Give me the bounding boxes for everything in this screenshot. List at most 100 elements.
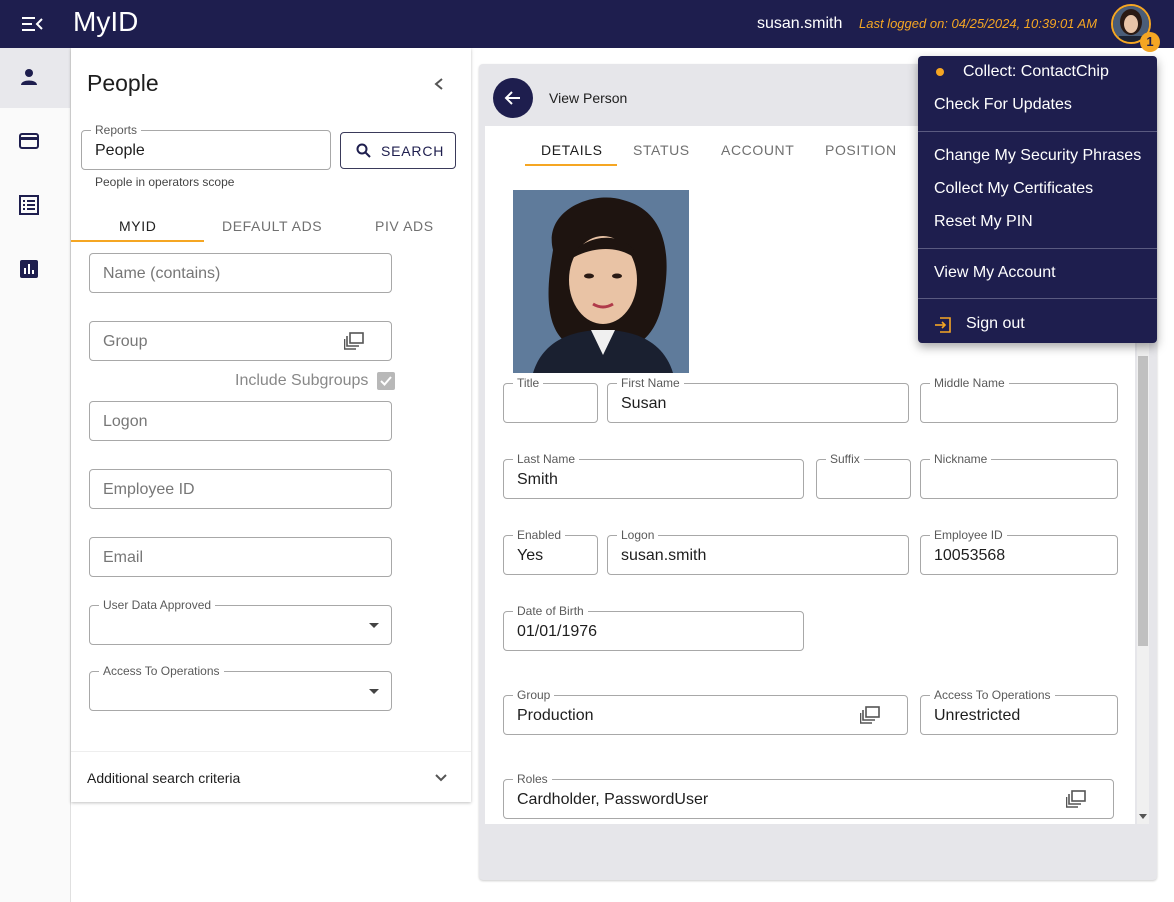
card-icon xyxy=(19,133,39,149)
rail-item-people[interactable] xyxy=(0,48,70,108)
first-name-field[interactable]: First Name Susan xyxy=(607,376,909,423)
rail-item-reports[interactable] xyxy=(0,240,70,300)
rail-item-cards[interactable] xyxy=(0,112,70,172)
sign-out-icon xyxy=(935,317,951,333)
employee-id-label: Employee ID xyxy=(930,528,1007,542)
logon-label: Logon xyxy=(617,528,659,542)
name-placeholder: Name (contains) xyxy=(103,265,221,282)
user-menu: Collect: ContactChip Check For Updates C… xyxy=(918,56,1157,343)
access-operations-value: Unrestricted xyxy=(934,707,1021,724)
employee-id-field[interactable]: Employee ID 10053568 xyxy=(920,528,1118,575)
title-field[interactable]: Title xyxy=(503,376,598,423)
logon-input[interactable]: Logon xyxy=(89,401,392,441)
tab-details[interactable]: DETAILS xyxy=(541,142,603,158)
access-operations-select[interactable]: Access To Operations xyxy=(89,664,392,711)
nickname-field[interactable]: Nickname xyxy=(920,452,1118,499)
last-name-field[interactable]: Last Name Smith xyxy=(503,452,804,499)
search-button[interactable]: SEARCH xyxy=(340,132,456,169)
dropdown-arrow-icon xyxy=(369,623,379,628)
menu-item-change-phrases[interactable]: Change My Security Phrases xyxy=(934,147,1141,165)
chart-icon xyxy=(20,260,38,278)
panel-title: People xyxy=(87,70,159,96)
chevron-down-icon xyxy=(435,774,447,782)
app-title: MyID xyxy=(73,6,139,37)
additional-criteria-expander[interactable]: Additional search criteria xyxy=(71,751,471,802)
logon-field[interactable]: Logon susan.smith xyxy=(607,528,909,575)
employee-id-value: 10053568 xyxy=(934,547,1006,564)
chevron-left-icon[interactable] xyxy=(429,74,449,94)
menu-item-sign-out[interactable]: Sign out xyxy=(966,315,1025,333)
rail-item-list[interactable] xyxy=(0,176,70,236)
employee-id-placeholder: Employee ID xyxy=(103,481,195,498)
last-name-label: Last Name xyxy=(513,452,580,466)
menu-item-check-updates[interactable]: Check For Updates xyxy=(934,96,1072,114)
navigation-rail xyxy=(0,48,71,902)
user-data-approved-select[interactable]: User Data Approved xyxy=(89,598,392,645)
name-input[interactable]: Name (contains) xyxy=(89,253,392,293)
additional-criteria-label: Additional search criteria xyxy=(87,770,241,786)
email-placeholder: Email xyxy=(103,549,144,566)
roles-field[interactable]: Roles Cardholder, PasswordUser xyxy=(503,772,1114,819)
dropdown-arrow-icon xyxy=(369,689,379,694)
person-icon xyxy=(21,69,37,85)
back-button[interactable] xyxy=(493,78,533,118)
scrollbar-thumb[interactable] xyxy=(1138,356,1148,646)
group-picker-icon[interactable] xyxy=(860,706,880,724)
menu-divider xyxy=(918,298,1157,299)
person-photo xyxy=(513,190,689,373)
reports-value: People xyxy=(95,142,145,159)
first-name-label: First Name xyxy=(617,376,684,390)
middle-name-label: Middle Name xyxy=(930,376,1009,390)
group-input[interactable]: Group xyxy=(89,321,392,361)
date-of-birth-value: 01/01/1976 xyxy=(517,623,598,640)
suffix-field[interactable]: Suffix xyxy=(816,452,911,499)
roles-value: Cardholder, PasswordUser xyxy=(517,791,709,808)
date-of-birth-label: Date of Birth xyxy=(513,604,588,618)
group-picker-icon[interactable] xyxy=(344,332,364,350)
roles-label: Roles xyxy=(513,772,552,786)
notification-badge: 1 xyxy=(1140,32,1160,52)
enabled-field[interactable]: Enabled Yes xyxy=(503,528,598,575)
menu-item-collect-certificates[interactable]: Collect My Certificates xyxy=(934,180,1093,198)
status-dot-icon xyxy=(936,68,944,76)
tab-position[interactable]: POSITION xyxy=(825,142,897,158)
group-label: Group xyxy=(513,688,555,702)
group-value: Production xyxy=(517,707,594,724)
menu-item-reset-pin[interactable]: Reset My PIN xyxy=(934,213,1033,231)
nickname-label: Nickname xyxy=(930,452,992,466)
people-search-panel: People Reports People SEARCH People in o… xyxy=(71,48,471,802)
middle-name-field[interactable]: Middle Name xyxy=(920,376,1118,423)
top-app-bar: MyID susan.smith Last logged on: 04/25/2… xyxy=(0,0,1174,52)
username: susan.smith xyxy=(757,15,843,32)
menu-item-collect[interactable]: Collect: ContactChip xyxy=(963,63,1109,81)
menu-item-view-account[interactable]: View My Account xyxy=(934,264,1056,282)
menu-collapse-icon[interactable] xyxy=(22,14,44,34)
email-input[interactable]: Email xyxy=(89,537,392,577)
tab-piv-ads[interactable]: PIV ADS xyxy=(375,218,434,234)
include-subgroups-checkbox[interactable] xyxy=(377,372,395,390)
tab-default-ads[interactable]: DEFAULT ADS xyxy=(222,218,322,234)
enabled-value: Yes xyxy=(517,547,544,564)
date-of-birth-field[interactable]: Date of Birth 01/01/1976 xyxy=(503,604,804,651)
logon-value: susan.smith xyxy=(621,547,707,564)
first-name-value: Susan xyxy=(621,395,667,412)
employee-id-input[interactable]: Employee ID xyxy=(89,469,392,509)
search-button-label: SEARCH xyxy=(381,143,445,159)
enabled-label: Enabled xyxy=(513,528,566,542)
tab-status[interactable]: STATUS xyxy=(633,142,690,158)
tab-account[interactable]: ACCOUNT xyxy=(721,142,794,158)
person-portrait-icon xyxy=(513,190,689,373)
title-label: Title xyxy=(513,376,544,390)
checkmark-icon xyxy=(380,376,392,386)
tab-myid[interactable]: MYID xyxy=(119,218,156,234)
access-operations-label: Access To Operations xyxy=(99,664,224,678)
active-tab-indicator xyxy=(71,240,204,242)
last-logged-text: Last logged on: 04/25/2024, 10:39:01 AM xyxy=(859,16,1098,31)
suffix-label: Suffix xyxy=(826,452,864,466)
scroll-down-icon[interactable] xyxy=(1139,814,1147,819)
reports-select[interactable]: Reports People xyxy=(81,123,331,170)
group-field[interactable]: Group Production xyxy=(503,688,908,735)
access-operations-field[interactable]: Access To Operations Unrestricted xyxy=(920,688,1118,735)
roles-picker-icon[interactable] xyxy=(1066,790,1086,808)
reports-label: Reports xyxy=(91,123,142,137)
